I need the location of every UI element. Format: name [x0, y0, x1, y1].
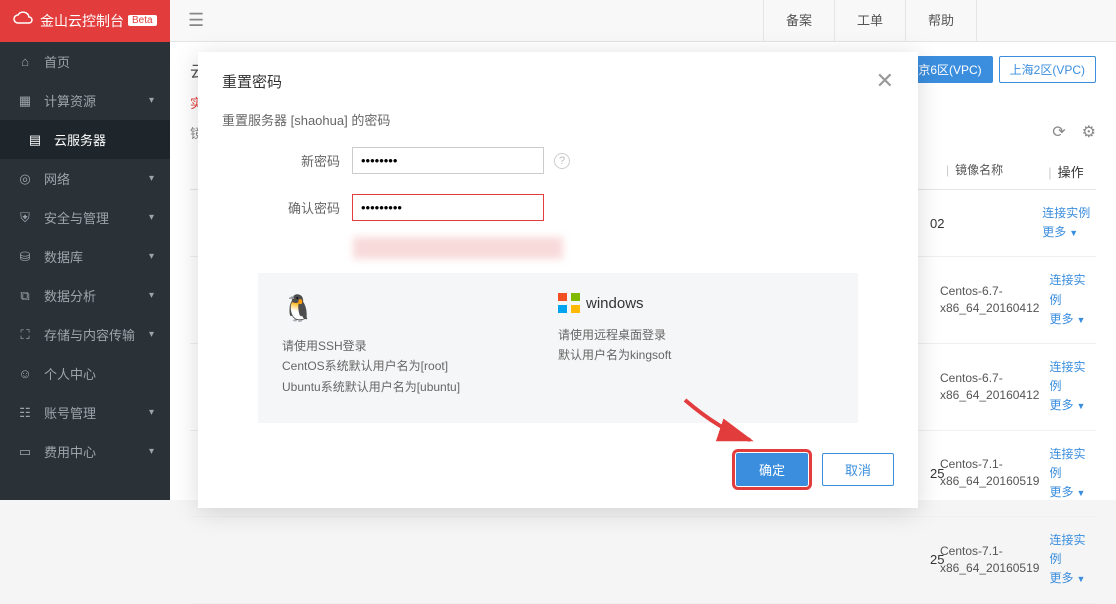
windows-info: windows 请使用远程桌面登录 默认用户名为kingsoft	[558, 293, 834, 397]
reset-password-modal: 重置密码 ✕ 重置服务器 [shaohua] 的密码 新密码 ? 确认密码 🐧 …	[198, 52, 918, 508]
cancel-button[interactable]: 取消	[822, 453, 894, 486]
close-icon[interactable]: ✕	[876, 68, 894, 94]
linux-line1: 请使用SSH登录	[282, 336, 558, 356]
linux-line3: Ubuntu系统默认用户名为[ubuntu]	[282, 377, 558, 397]
link-connect[interactable]: 连接实例	[1049, 531, 1096, 569]
new-password-label: 新密码	[222, 151, 352, 170]
redacted-area	[353, 237, 563, 259]
windows-line2: 默认用户名为kingsoft	[558, 345, 834, 365]
caret-down-icon: ▼	[1076, 574, 1085, 584]
confirm-password-input[interactable]	[352, 194, 544, 221]
linux-info: 🐧 请使用SSH登录 CentOS系统默认用户名为[root] Ubuntu系统…	[282, 293, 558, 397]
modal-overlay: 重置密码 ✕ 重置服务器 [shaohua] 的密码 新密码 ? 确认密码 🐧 …	[0, 0, 1116, 500]
os-info-panel: 🐧 请使用SSH登录 CentOS系统默认用户名为[root] Ubuntu系统…	[258, 273, 858, 423]
confirm-password-label: 确认密码	[222, 198, 352, 217]
modal-title: 重置密码	[222, 71, 282, 92]
table-row: 25 Centos-7.1-x86_64_20160519 连接实例更多▼	[190, 517, 1096, 604]
windows-icon	[558, 293, 580, 313]
ok-button[interactable]: 确定	[736, 453, 808, 486]
cell-image: Centos-7.1-x86_64_20160519	[930, 543, 1039, 577]
windows-title: windows	[586, 295, 644, 312]
help-icon[interactable]: ?	[554, 153, 570, 169]
linux-line2: CentOS系统默认用户名为[root]	[282, 356, 558, 376]
modal-subtitle: 重置服务器 [shaohua] 的密码	[198, 110, 918, 137]
new-password-input[interactable]	[352, 147, 544, 174]
cell-date: 25	[190, 552, 930, 567]
windows-line1: 请使用远程桌面登录	[558, 325, 834, 345]
link-more[interactable]: 更多▼	[1049, 569, 1096, 588]
linux-icon: 🐧	[282, 293, 314, 324]
